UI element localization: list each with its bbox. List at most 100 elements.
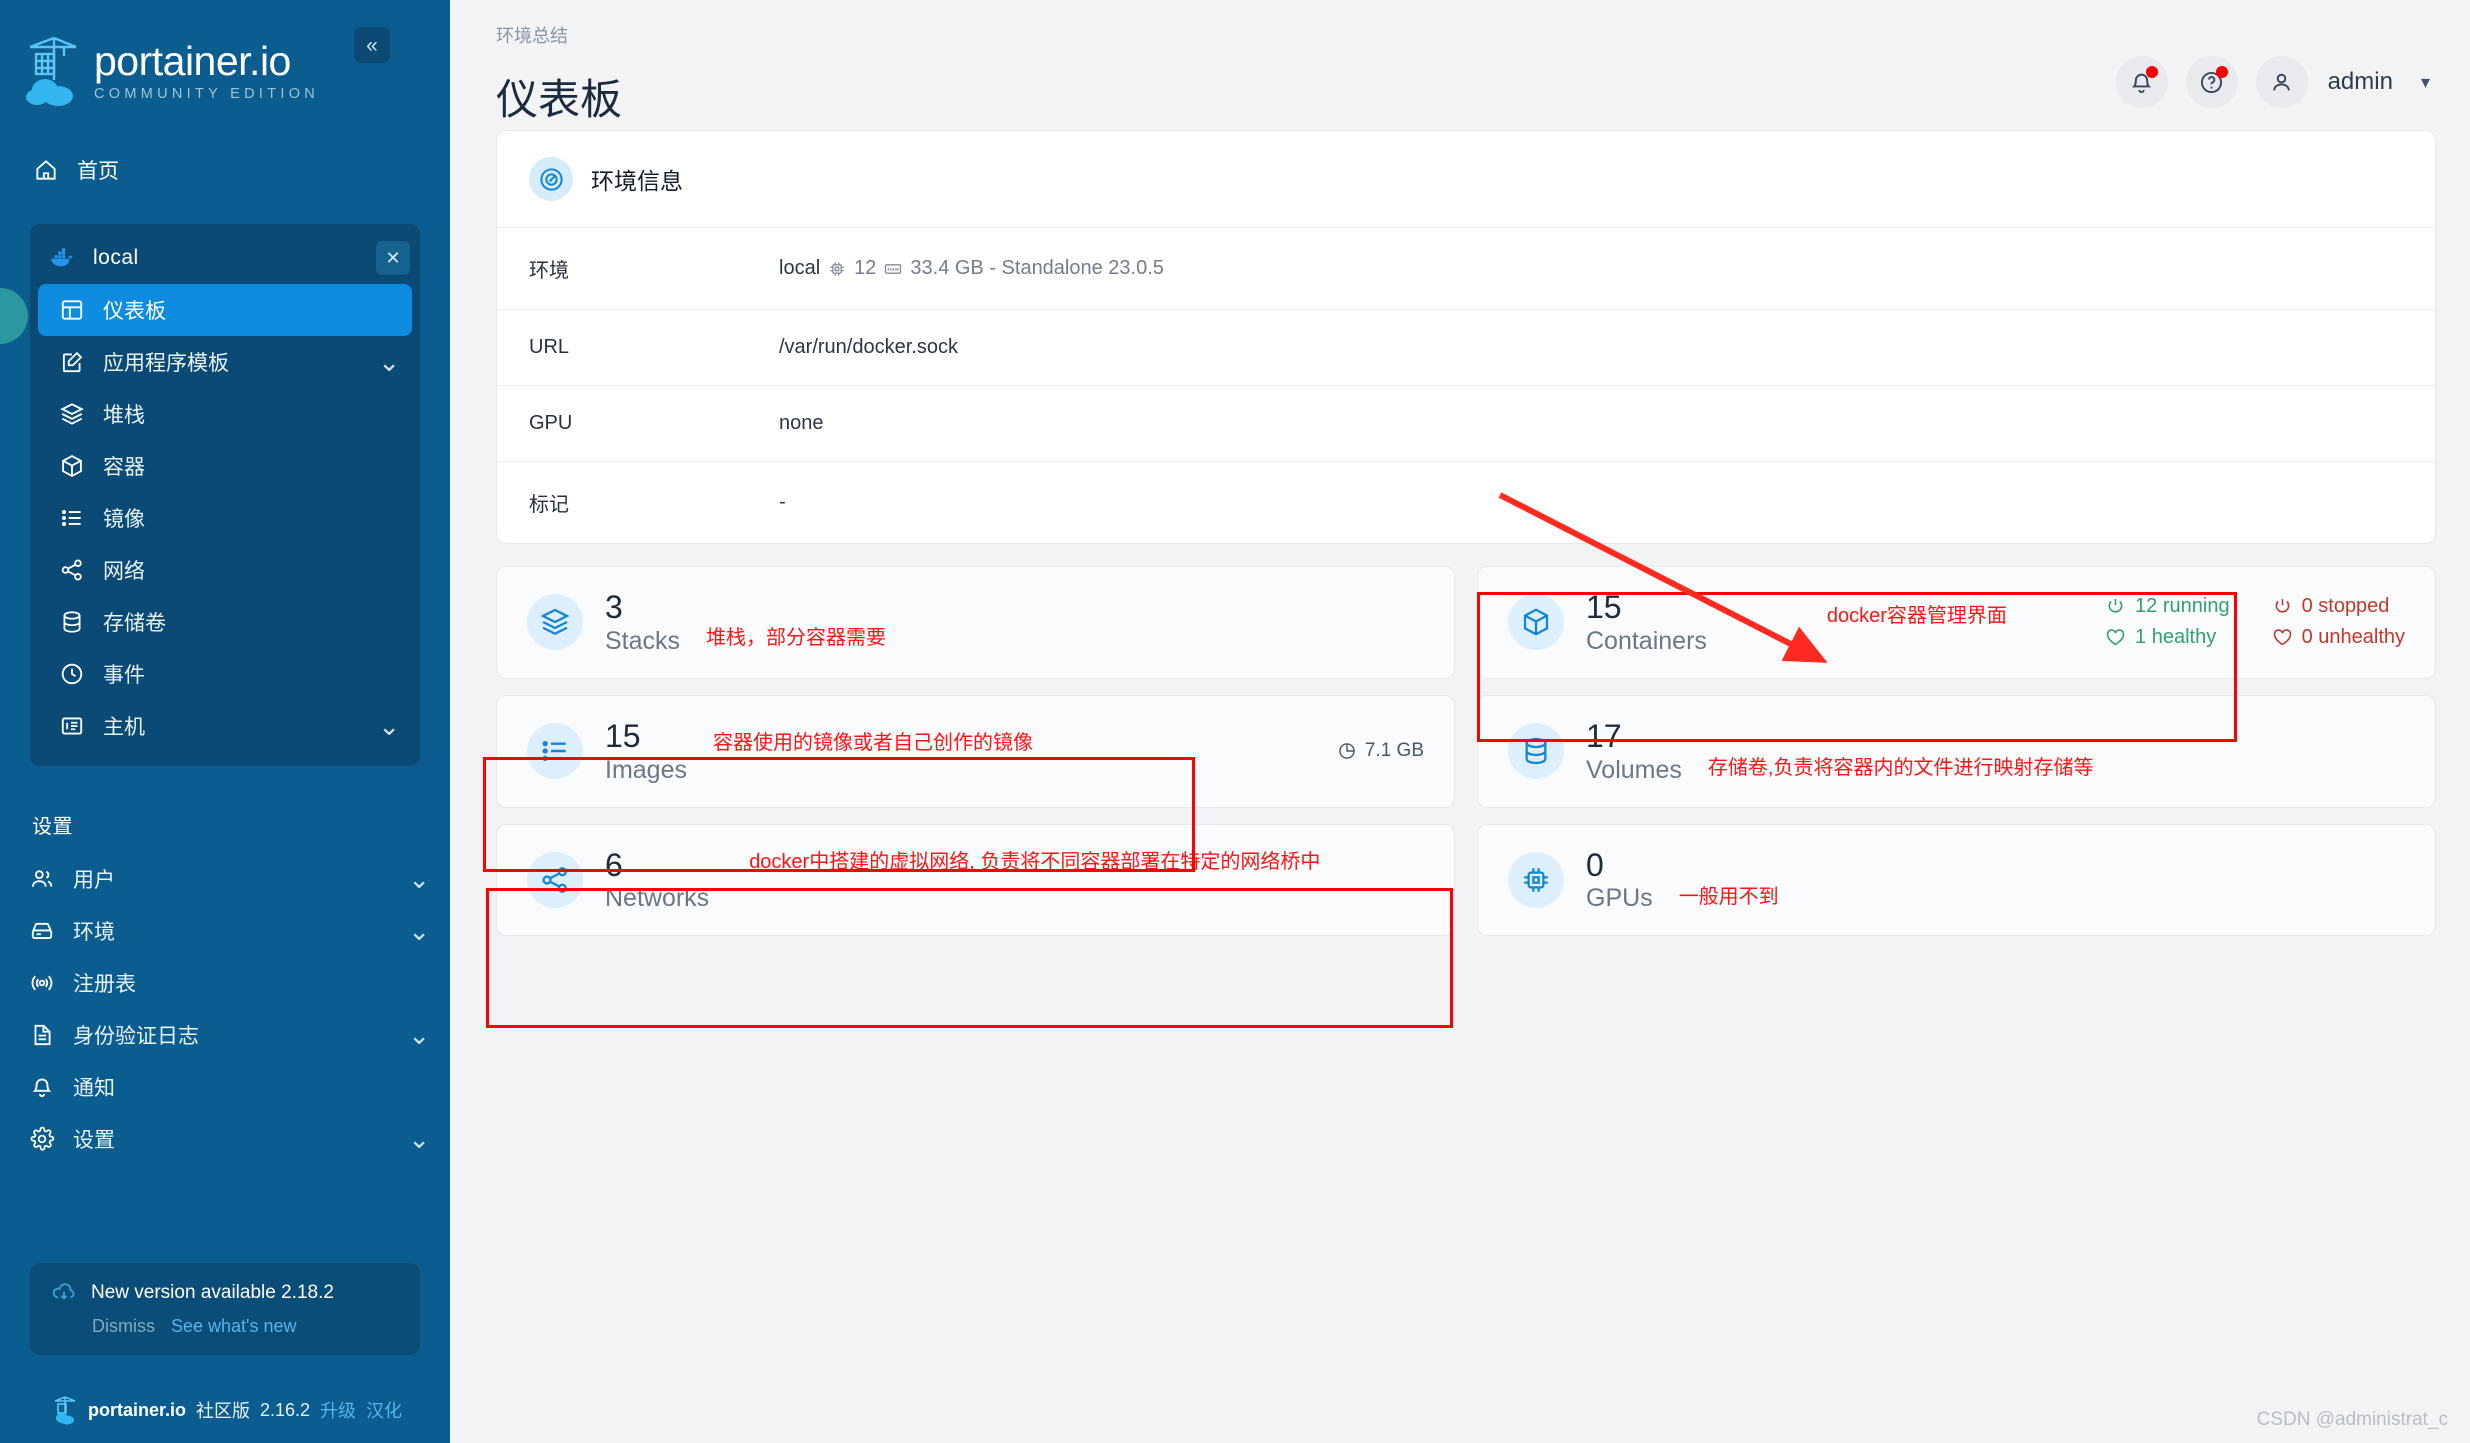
sidebar-item-label: 身份验证日志 (73, 1025, 199, 1048)
chevron-down-icon[interactable]: ⌄ (378, 713, 400, 739)
sidebar-item-label: 堆栈 (103, 404, 145, 427)
stat-count: 17 (1586, 717, 1622, 754)
breadcrumb: 环境总结 (496, 26, 568, 46)
info-label: URL (529, 336, 570, 358)
sidebar-item-label: 镜像 (103, 508, 145, 531)
sidebar-item-template[interactable]: 应用程序模板 ⌄ (38, 336, 412, 388)
share-icon (58, 557, 85, 584)
settings-section-title: 设置 (32, 816, 73, 838)
stat-count: 15 (1586, 589, 1622, 625)
stat-count: 0 (1586, 846, 1604, 883)
chevron-down-icon[interactable]: ⌄ (408, 866, 430, 892)
main-content: 环境总结 仪表板 admin ▾ 环境信息 环境 local 12 33.4 G… (450, 0, 2470, 1443)
app-root: portainer.io COMMUNITY EDITION « 首页 loca… (0, 0, 2470, 1443)
info-row-url: URL /var/run/docker.sock (497, 309, 2435, 385)
chevron-down-icon[interactable]: ▾ (2421, 72, 2430, 93)
whats-new-link[interactable]: See what's new (171, 1316, 297, 1337)
list-icon (527, 723, 583, 780)
database-icon (1508, 723, 1564, 780)
radio-icon (28, 970, 55, 997)
footer-locale-link[interactable]: 汉化 (366, 1397, 402, 1423)
gauge-icon (529, 157, 573, 201)
page-header: 环境总结 仪表板 admin ▾ (450, 0, 2470, 130)
sidebar-item-label: 主机 (103, 716, 145, 739)
sidebar-item-home[interactable]: 首页 (0, 144, 450, 196)
images-size: 7.1 GB (1337, 740, 1424, 762)
stat-count: 15 (605, 717, 641, 754)
sidebar-item-label: 应用程序模板 (103, 352, 229, 375)
sidebar-item-clock[interactable]: 事件 (38, 648, 412, 700)
sidebar-item-dashboard[interactable]: 仪表板 (38, 284, 412, 336)
sidebar-item-radio[interactable]: 注册表 (8, 957, 442, 1009)
environment-block: local ✕ 仪表板应用程序模板 ⌄ 堆栈容器镜像网络存储卷事件主机 ⌄ (30, 224, 420, 766)
template-icon (58, 349, 85, 376)
avatar[interactable] (2255, 56, 2308, 108)
sidebar-item-label: 通知 (73, 1077, 115, 1100)
status-unhealthy-text: 0 unhealthy (2301, 626, 2405, 649)
sidebar-item-label: 存储卷 (103, 612, 166, 635)
cpu-icon (830, 261, 844, 276)
footer-upgrade-link[interactable]: 升级 (320, 1397, 356, 1423)
chevron-down-icon[interactable]: ⌄ (408, 918, 430, 944)
notifications-button[interactable] (2115, 56, 2168, 108)
stat-label: Containers (1586, 626, 1707, 655)
sidebar-item-label: 网络 (103, 560, 145, 583)
header-actions: admin ▾ (2115, 56, 2430, 108)
sidebar-item-file-text[interactable]: 身份验证日志 ⌄ (8, 1009, 442, 1061)
footer-version: 2.16.2 (260, 1399, 311, 1420)
sidebar-item-share[interactable]: 网络 (38, 544, 412, 596)
sidebar-item-home-label: 首页 (77, 160, 119, 183)
environment-value: local (779, 257, 821, 279)
info-label: 标记 (529, 494, 569, 516)
stat-count: 3 (605, 589, 623, 625)
info-row-environment: 环境 local 12 33.4 GB - Standalone 23.0.5 (497, 227, 2435, 309)
stat-card-gpus[interactable]: 0 GPUs 一般用不到 (1477, 823, 2436, 937)
gear-icon (28, 1126, 55, 1153)
stat-card-stacks[interactable]: 3 Stacks 堆栈，部分容器需要 (496, 566, 1455, 679)
info-value: local 12 33.4 GB - Standalone 23.0.5 (779, 257, 1164, 280)
brand-subtitle: COMMUNITY EDITION (94, 85, 320, 102)
bell-icon (28, 1074, 55, 1101)
sidebar-item-host[interactable]: 主机 ⌄ (38, 700, 412, 752)
footer-edition: 社区版 (196, 1401, 251, 1421)
environment-name: local (93, 246, 139, 269)
close-icon[interactable]: ✕ (376, 241, 410, 275)
status-running-text: 12 running (2135, 595, 2230, 618)
sidebar-item-database[interactable]: 存储卷 (38, 596, 412, 648)
info-label: GPU (529, 412, 573, 434)
chevron-down-icon[interactable]: ⌄ (408, 1126, 430, 1152)
sidebar-item-bell[interactable]: 通知 (8, 1061, 442, 1113)
info-label: 环境 (529, 260, 569, 282)
sidebar-item-box[interactable]: 容器 (38, 440, 412, 492)
stat-card-volumes[interactable]: 17 Volumes 存储卷,负责将容器内的文件进行映射存储等 (1477, 694, 2436, 808)
chevrons-left-icon[interactable]: « (354, 27, 390, 63)
stat-card-containers[interactable]: 15 Containers docker容器管理界面 12 running 0 … (1477, 566, 2436, 679)
sidebar-item-list[interactable]: 镜像 (38, 492, 412, 544)
edge-badge (0, 288, 28, 344)
list-icon (58, 505, 85, 532)
sidebar-item-label: 注册表 (73, 973, 136, 996)
user-name[interactable]: admin (2328, 68, 2393, 96)
sidebar-item-gear[interactable]: 设置 ⌄ (8, 1113, 442, 1165)
layers-icon (58, 401, 85, 428)
info-row-tags: 标记 - (497, 461, 2435, 543)
environment-info-header: 环境信息 (497, 131, 2435, 227)
home-icon (32, 157, 59, 184)
annotation-note-stacks: 堆栈，部分容器需要 (706, 626, 887, 649)
cpu-count: 12 (854, 257, 877, 279)
stat-label: Volumes (1586, 755, 1682, 784)
sidebar-item-label: 容器 (103, 456, 145, 479)
chevron-down-icon[interactable]: ⌄ (408, 1022, 430, 1048)
stat-card-networks[interactable]: 6 Networks docker中搭建的虚拟网络, 负责将不同容器部署在特定的… (496, 823, 1455, 937)
stat-card-images[interactable]: 15 Images 容器使用的镜像或者自己创作的镜像 7.1 GB (496, 694, 1455, 808)
environment-header: local ✕ (30, 232, 420, 284)
sidebar-nav-list: 仪表板应用程序模板 ⌄ 堆栈容器镜像网络存储卷事件主机 ⌄ (30, 284, 420, 752)
sidebar-item-layers[interactable]: 堆栈 (38, 388, 412, 440)
sidebar-item-server[interactable]: 环境 ⌄ (8, 905, 442, 957)
dismiss-link[interactable]: Dismiss (92, 1316, 155, 1337)
sidebar-item-users[interactable]: 用户 ⌄ (8, 853, 442, 905)
images-size-text: 7.1 GB (1364, 740, 1424, 762)
status-running: 12 running (2105, 595, 2230, 618)
chevron-down-icon[interactable]: ⌄ (378, 349, 400, 375)
help-button[interactable] (2185, 56, 2238, 108)
